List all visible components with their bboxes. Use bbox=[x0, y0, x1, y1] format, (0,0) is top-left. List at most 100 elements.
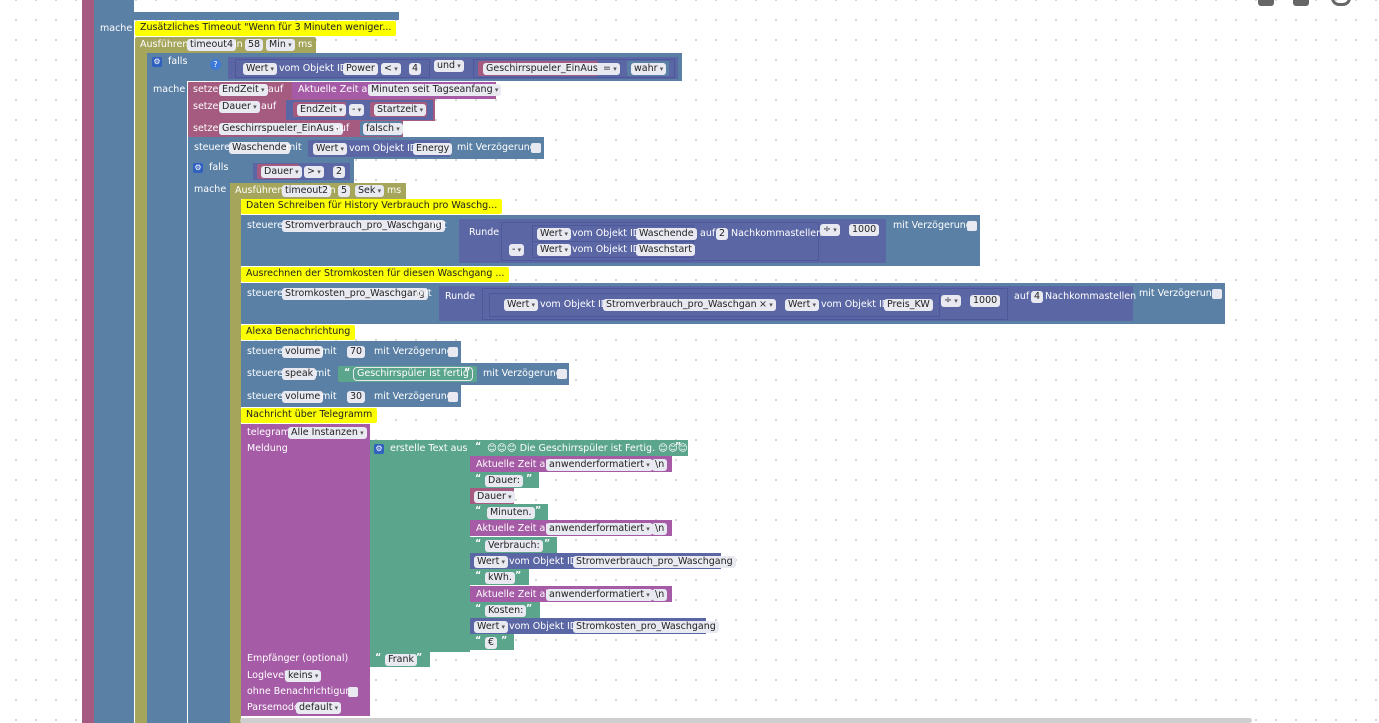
wert-select[interactable]: Wert bbox=[537, 228, 572, 240]
gt-select[interactable]: > bbox=[304, 166, 324, 178]
zoom-icon[interactable] bbox=[1331, 0, 1351, 6]
minus-select[interactable]: - bbox=[349, 104, 365, 116]
delay-label: mit Verzögerung bbox=[374, 346, 453, 357]
time-format-select[interactable]: Minuten seit Tagseanfang bbox=[368, 84, 502, 96]
object-field[interactable]: Stromkosten_pro_Waschgang bbox=[282, 288, 428, 300]
wert-select[interactable]: Wert bbox=[474, 621, 509, 633]
verbrauch-field[interactable]: Stromverbrauch_pro_Waschgang bbox=[603, 299, 766, 311]
dauer-var-select[interactable]: Dauer bbox=[261, 166, 302, 178]
number-field[interactable]: 2 bbox=[333, 166, 346, 178]
delay-field[interactable]: 58 bbox=[245, 39, 264, 51]
object-field[interactable]: Waschende bbox=[229, 142, 290, 154]
object-id-field[interactable]: Power bbox=[343, 63, 378, 75]
kosten-field[interactable]: Stromkosten_pro_Waschgang bbox=[573, 621, 719, 633]
divisor-field[interactable]: 1000 bbox=[970, 295, 1001, 307]
horizontal-scrollbar[interactable] bbox=[240, 718, 1252, 723]
newline-field[interactable]: \n bbox=[652, 589, 668, 601]
text-join-block[interactable] bbox=[370, 440, 470, 652]
wert-select[interactable]: Wert bbox=[785, 299, 820, 311]
comment-timeout[interactable]: Zusätzliches Timeout "Wenn für 3 Minuten… bbox=[135, 21, 397, 36]
gear-icon[interactable]: ⚙ bbox=[374, 444, 384, 454]
unit-select[interactable]: Sek bbox=[355, 185, 385, 197]
silent-checkbox[interactable] bbox=[348, 687, 358, 697]
delay-checkbox[interactable] bbox=[557, 369, 567, 379]
text-part-5-value[interactable]: kWh. bbox=[485, 572, 515, 584]
volume-field[interactable]: volume bbox=[282, 391, 324, 403]
volume-value-field[interactable]: 30 bbox=[347, 391, 366, 403]
eq-select[interactable]: = bbox=[600, 63, 620, 75]
instance-select[interactable]: Alle Instanzen bbox=[288, 427, 367, 439]
comment-alexa[interactable]: Alexa Benachrichtung bbox=[241, 325, 356, 340]
timer-name-field[interactable]: timeout4 bbox=[187, 39, 237, 51]
wert-select[interactable]: Wert bbox=[537, 244, 572, 256]
comment-history[interactable]: Daten Schreiben für History Verbrauch pr… bbox=[241, 199, 503, 214]
redo-icon[interactable] bbox=[1293, 0, 1309, 6]
dauer-var-select[interactable]: Dauer bbox=[474, 491, 515, 503]
delay-checkbox[interactable] bbox=[967, 221, 977, 231]
waschstart-field[interactable]: Waschstart bbox=[636, 244, 695, 256]
dauer-select[interactable]: Dauer bbox=[219, 101, 260, 113]
divide-select[interactable]: ÷ bbox=[820, 224, 840, 236]
speak-text-field[interactable]: Geschirrspüler ist fertig bbox=[353, 367, 473, 381]
number-field[interactable]: 4 bbox=[409, 63, 422, 75]
wert-select[interactable]: Wert bbox=[474, 556, 509, 568]
divide-select[interactable]: ÷ bbox=[941, 295, 961, 307]
timer-name-field[interactable]: timeout2 bbox=[282, 185, 332, 197]
quote-close-icon: ” bbox=[675, 441, 682, 452]
operator-select[interactable]: < bbox=[381, 63, 401, 75]
and-select[interactable]: und bbox=[434, 60, 464, 72]
text-part-3-value[interactable]: Minuten. bbox=[487, 507, 535, 519]
endzeit-var-select[interactable]: EndZeit bbox=[297, 104, 346, 116]
false-select[interactable]: falsch bbox=[363, 123, 403, 135]
delay-checkbox[interactable] bbox=[448, 347, 458, 357]
loglevel-select[interactable]: keins bbox=[285, 670, 322, 682]
text-part-6-value[interactable]: Kosten: bbox=[485, 605, 527, 617]
wert-select[interactable]: Wert bbox=[504, 299, 539, 311]
delay-checkbox[interactable] bbox=[448, 392, 458, 402]
recipient-field[interactable]: Frank bbox=[385, 654, 418, 666]
wert-select[interactable]: Wert bbox=[313, 143, 348, 155]
newline-field[interactable]: \n bbox=[652, 459, 668, 471]
variable-select[interactable]: Geschirrspueler_EinAus bbox=[483, 63, 607, 75]
delay-field[interactable]: 5 bbox=[338, 185, 351, 197]
startzeit-select[interactable]: Startzeit bbox=[374, 104, 427, 116]
delay-checkbox[interactable] bbox=[531, 143, 541, 153]
waschende-field[interactable]: Waschende bbox=[636, 228, 697, 240]
text-part-7-value[interactable]: € bbox=[485, 637, 498, 649]
time-format-select[interactable]: anwenderformatiert bbox=[546, 459, 653, 471]
volume-value-field[interactable]: 70 bbox=[347, 346, 366, 358]
energy-field[interactable]: Energy bbox=[413, 143, 453, 155]
endzeit-select[interactable]: EndZeit bbox=[219, 84, 268, 96]
volume-field[interactable]: volume bbox=[282, 346, 324, 358]
divisor-field[interactable]: 1000 bbox=[849, 224, 880, 236]
outer-loop-block[interactable] bbox=[94, 0, 134, 723]
unit-select[interactable]: Min bbox=[266, 39, 295, 51]
wert-select[interactable]: Wert bbox=[243, 63, 278, 75]
time-format-select[interactable]: anwenderformatiert bbox=[546, 589, 653, 601]
decimals-field[interactable]: 4 bbox=[1031, 291, 1044, 303]
delay-checkbox[interactable] bbox=[1212, 289, 1222, 299]
minus-select[interactable]: - bbox=[509, 244, 525, 256]
help-icon[interactable]: ? bbox=[210, 59, 221, 70]
einaus-select[interactable]: Geschirrspueler_EinAus bbox=[219, 123, 343, 135]
bool-select[interactable]: wahr bbox=[631, 63, 667, 75]
verbrauch-field[interactable]: Stromverbrauch_pro_Waschgang bbox=[573, 556, 736, 568]
speak-field[interactable]: speak bbox=[282, 368, 317, 380]
text-part-1-value[interactable]: 😊😊😊 Die Geschirrspüler ist Fertig. 😊😊😊 bbox=[487, 443, 688, 455]
comment-telegram[interactable]: Nachricht über Telegramm bbox=[241, 408, 378, 423]
parsemode-select[interactable]: default bbox=[296, 702, 342, 714]
preis-field[interactable]: Preis_KW bbox=[884, 299, 933, 311]
newline-field[interactable]: \n bbox=[652, 523, 668, 535]
decimals-field[interactable]: 2 bbox=[716, 228, 729, 240]
vom-label: vom Objekt ID bbox=[509, 556, 578, 567]
text-part-4-value[interactable]: Verbrauch: bbox=[485, 540, 543, 552]
undo-icon[interactable] bbox=[1258, 0, 1274, 6]
time-format-select[interactable]: anwenderformatiert bbox=[546, 523, 653, 535]
gear-icon[interactable]: ⚙ bbox=[152, 57, 162, 67]
comment-kosten[interactable]: Ausrechnen der Stromkosten für diesen Wa… bbox=[241, 267, 510, 282]
text-part-2-value[interactable]: Dauer: bbox=[485, 475, 523, 487]
gear-icon[interactable]: ⚙ bbox=[193, 163, 203, 173]
vom-label: vom Objekt ID bbox=[540, 299, 609, 310]
object-field[interactable]: Stromverbrauch_pro_Waschgang bbox=[282, 220, 445, 232]
multiply-select[interactable]: × bbox=[756, 299, 776, 311]
